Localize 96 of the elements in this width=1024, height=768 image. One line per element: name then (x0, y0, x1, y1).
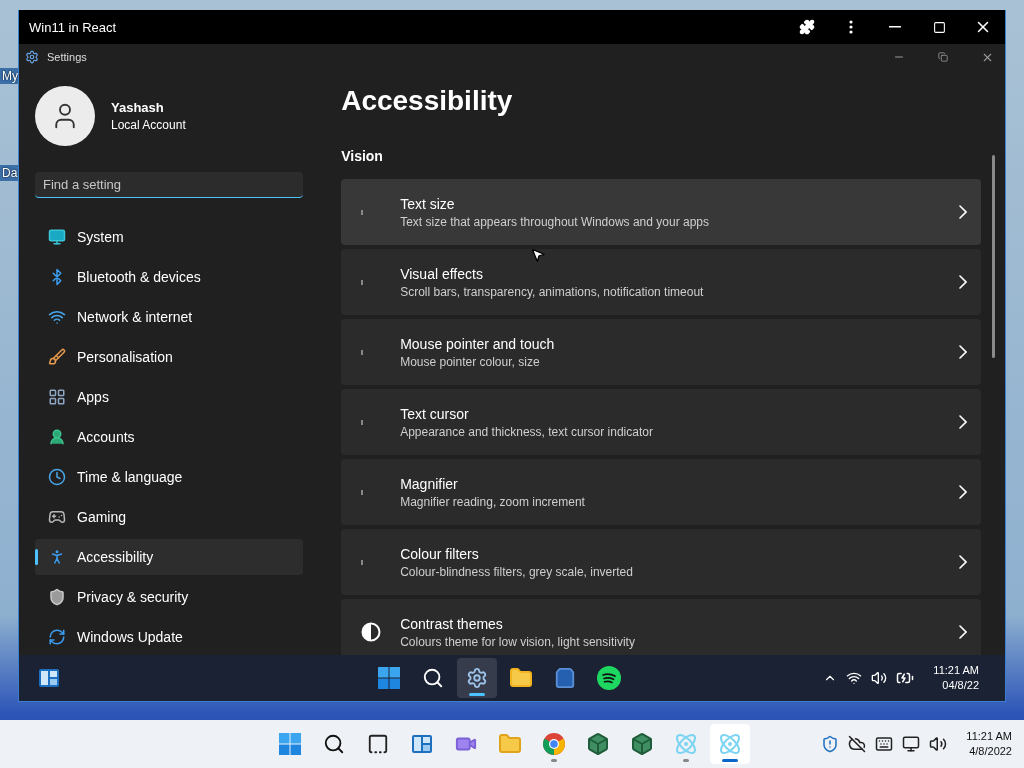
settings-card[interactable]: Text size Text size that appears throughout Windows and your apps (341, 179, 982, 245)
person-icon (48, 428, 66, 446)
apps-grid-icon (48, 388, 66, 406)
card-description: Appearance and thickness, text cursor indicator (400, 424, 654, 439)
card-title: Text cursor (400, 405, 470, 422)
monitor-icon (48, 228, 66, 246)
more-icon (849, 20, 853, 34)
search-icon (422, 667, 444, 689)
clock-time[interactable]: 11:21 AM (933, 663, 979, 678)
settings-card[interactable]: Visual effects Scroll bars, transparency, animations, notification timeout (341, 249, 982, 315)
card-description: Scroll bars, transparency, animations, notification timeout (400, 284, 705, 299)
chevron-right-icon (959, 205, 968, 219)
cube-icon (586, 732, 610, 756)
cube-icon (630, 732, 654, 756)
folder-icon (498, 732, 522, 756)
gamepad-icon (48, 508, 66, 526)
page-title: Accessibility (341, 84, 514, 118)
minimize-icon (889, 26, 901, 28)
chevron-right-icon (959, 415, 968, 429)
gear-icon (466, 667, 488, 689)
scrollbar-thumb[interactable] (991, 155, 995, 358)
widgets-icon (411, 733, 433, 755)
folder-icon (509, 666, 533, 690)
brush-icon (48, 348, 66, 366)
spotify-icon (597, 666, 621, 690)
settings-card[interactable]: Magnifier Magnifier reading, zoom increment (341, 459, 982, 525)
mouse-pointer-icon (530, 247, 547, 263)
keyboard-icon[interactable] (875, 735, 894, 753)
cloud-off-icon[interactable] (848, 735, 867, 753)
chevron-right-icon (959, 625, 968, 639)
avatar (35, 86, 95, 146)
contrast-icon (361, 622, 382, 642)
settings-icon (25, 50, 39, 64)
nav-item[interactable]: Time & language (35, 459, 303, 495)
atom-icon (674, 732, 698, 756)
wifi-icon[interactable] (846, 670, 863, 686)
card-description: Magnifier reading, zoom increment (400, 494, 586, 509)
taskbar-app-button[interactable] (457, 658, 497, 698)
nav-item[interactable]: Gaming (35, 499, 303, 535)
widgets-icon (38, 667, 60, 689)
clock-icon (48, 468, 66, 486)
chevron-right-icon (959, 555, 968, 569)
browser-title: Win11 in React (29, 19, 118, 35)
windows-logo-icon (279, 733, 301, 755)
nav-item[interactable]: Network & internet (35, 299, 303, 335)
chevron-right-icon (959, 485, 968, 499)
card-description: Text size that appears throughout Windows and your apps (400, 214, 710, 229)
nav-item[interactable]: Apps (35, 379, 303, 415)
store-bag-icon (554, 667, 576, 689)
task-view-icon (367, 733, 389, 755)
settings-card[interactable]: Colour filters Colour-blindness filters, grey scale, inverted (341, 529, 982, 595)
card-title: Contrast themes (400, 615, 504, 632)
search-icon (323, 733, 345, 755)
card-description: Mouse pointer colour, size (400, 354, 541, 369)
search-field[interactable]: Find a setting (35, 172, 303, 198)
card-title: Text size (400, 195, 456, 212)
settings-card[interactable]: Contrast themes Colours theme for low vision, light sensitivity (341, 599, 982, 655)
desktop-icon-label: My (0, 68, 18, 84)
volume-icon[interactable] (871, 670, 888, 686)
wifi-icon (48, 308, 66, 326)
windows-logo-icon (378, 667, 400, 689)
volume-icon[interactable] (929, 735, 948, 753)
network-icon[interactable] (902, 735, 921, 753)
nav-item[interactable]: Bluetooth & devices (35, 259, 303, 295)
nav-item[interactable]: System (35, 219, 303, 255)
chrome-icon (542, 732, 566, 756)
clock-date[interactable]: 4/8/2022 (969, 744, 1012, 759)
chevron-right-icon (959, 275, 968, 289)
settings-card[interactable]: Mouse pointer and touch Mouse pointer colour, size (341, 319, 982, 385)
nav-item[interactable]: Privacy & security (35, 579, 303, 615)
card-title: Colour filters (400, 545, 480, 562)
card-description: Colour-blindness filters, grey scale, inverted (400, 564, 634, 579)
nav-item[interactable]: Accessibility (35, 539, 303, 575)
window-title: Settings (47, 51, 88, 63)
nav-item[interactable]: Accounts (35, 419, 303, 455)
settings-card[interactable]: Text cursor Appearance and thickness, text cursor indicator (341, 389, 982, 455)
chevron-right-icon (959, 345, 968, 359)
maximize-icon (932, 20, 946, 34)
desktop-icon-label: Da (0, 165, 18, 181)
clock-time[interactable]: 11:21 AM (966, 729, 1012, 744)
restore-icon (938, 52, 948, 62)
refresh-icon (48, 628, 66, 646)
section-heading: Vision (341, 148, 384, 164)
user-name: Yashash (111, 100, 165, 115)
card-description: Colours theme for low vision, light sensitivity (400, 634, 636, 649)
nav-item[interactable]: Windows Update (35, 619, 303, 655)
clock-date[interactable]: 04/8/22 (942, 678, 979, 693)
nav-item[interactable]: Personalisation (35, 339, 303, 375)
shield-warning-icon[interactable] (821, 735, 840, 753)
shield-icon (48, 588, 66, 606)
card-title: Visual effects (400, 265, 484, 282)
card-title: Mouse pointer and touch (400, 335, 556, 352)
card-title: Magnifier (400, 475, 459, 492)
account-type: Local Account (111, 118, 186, 132)
atom-icon (718, 732, 742, 756)
puzzle-icon (799, 19, 815, 35)
